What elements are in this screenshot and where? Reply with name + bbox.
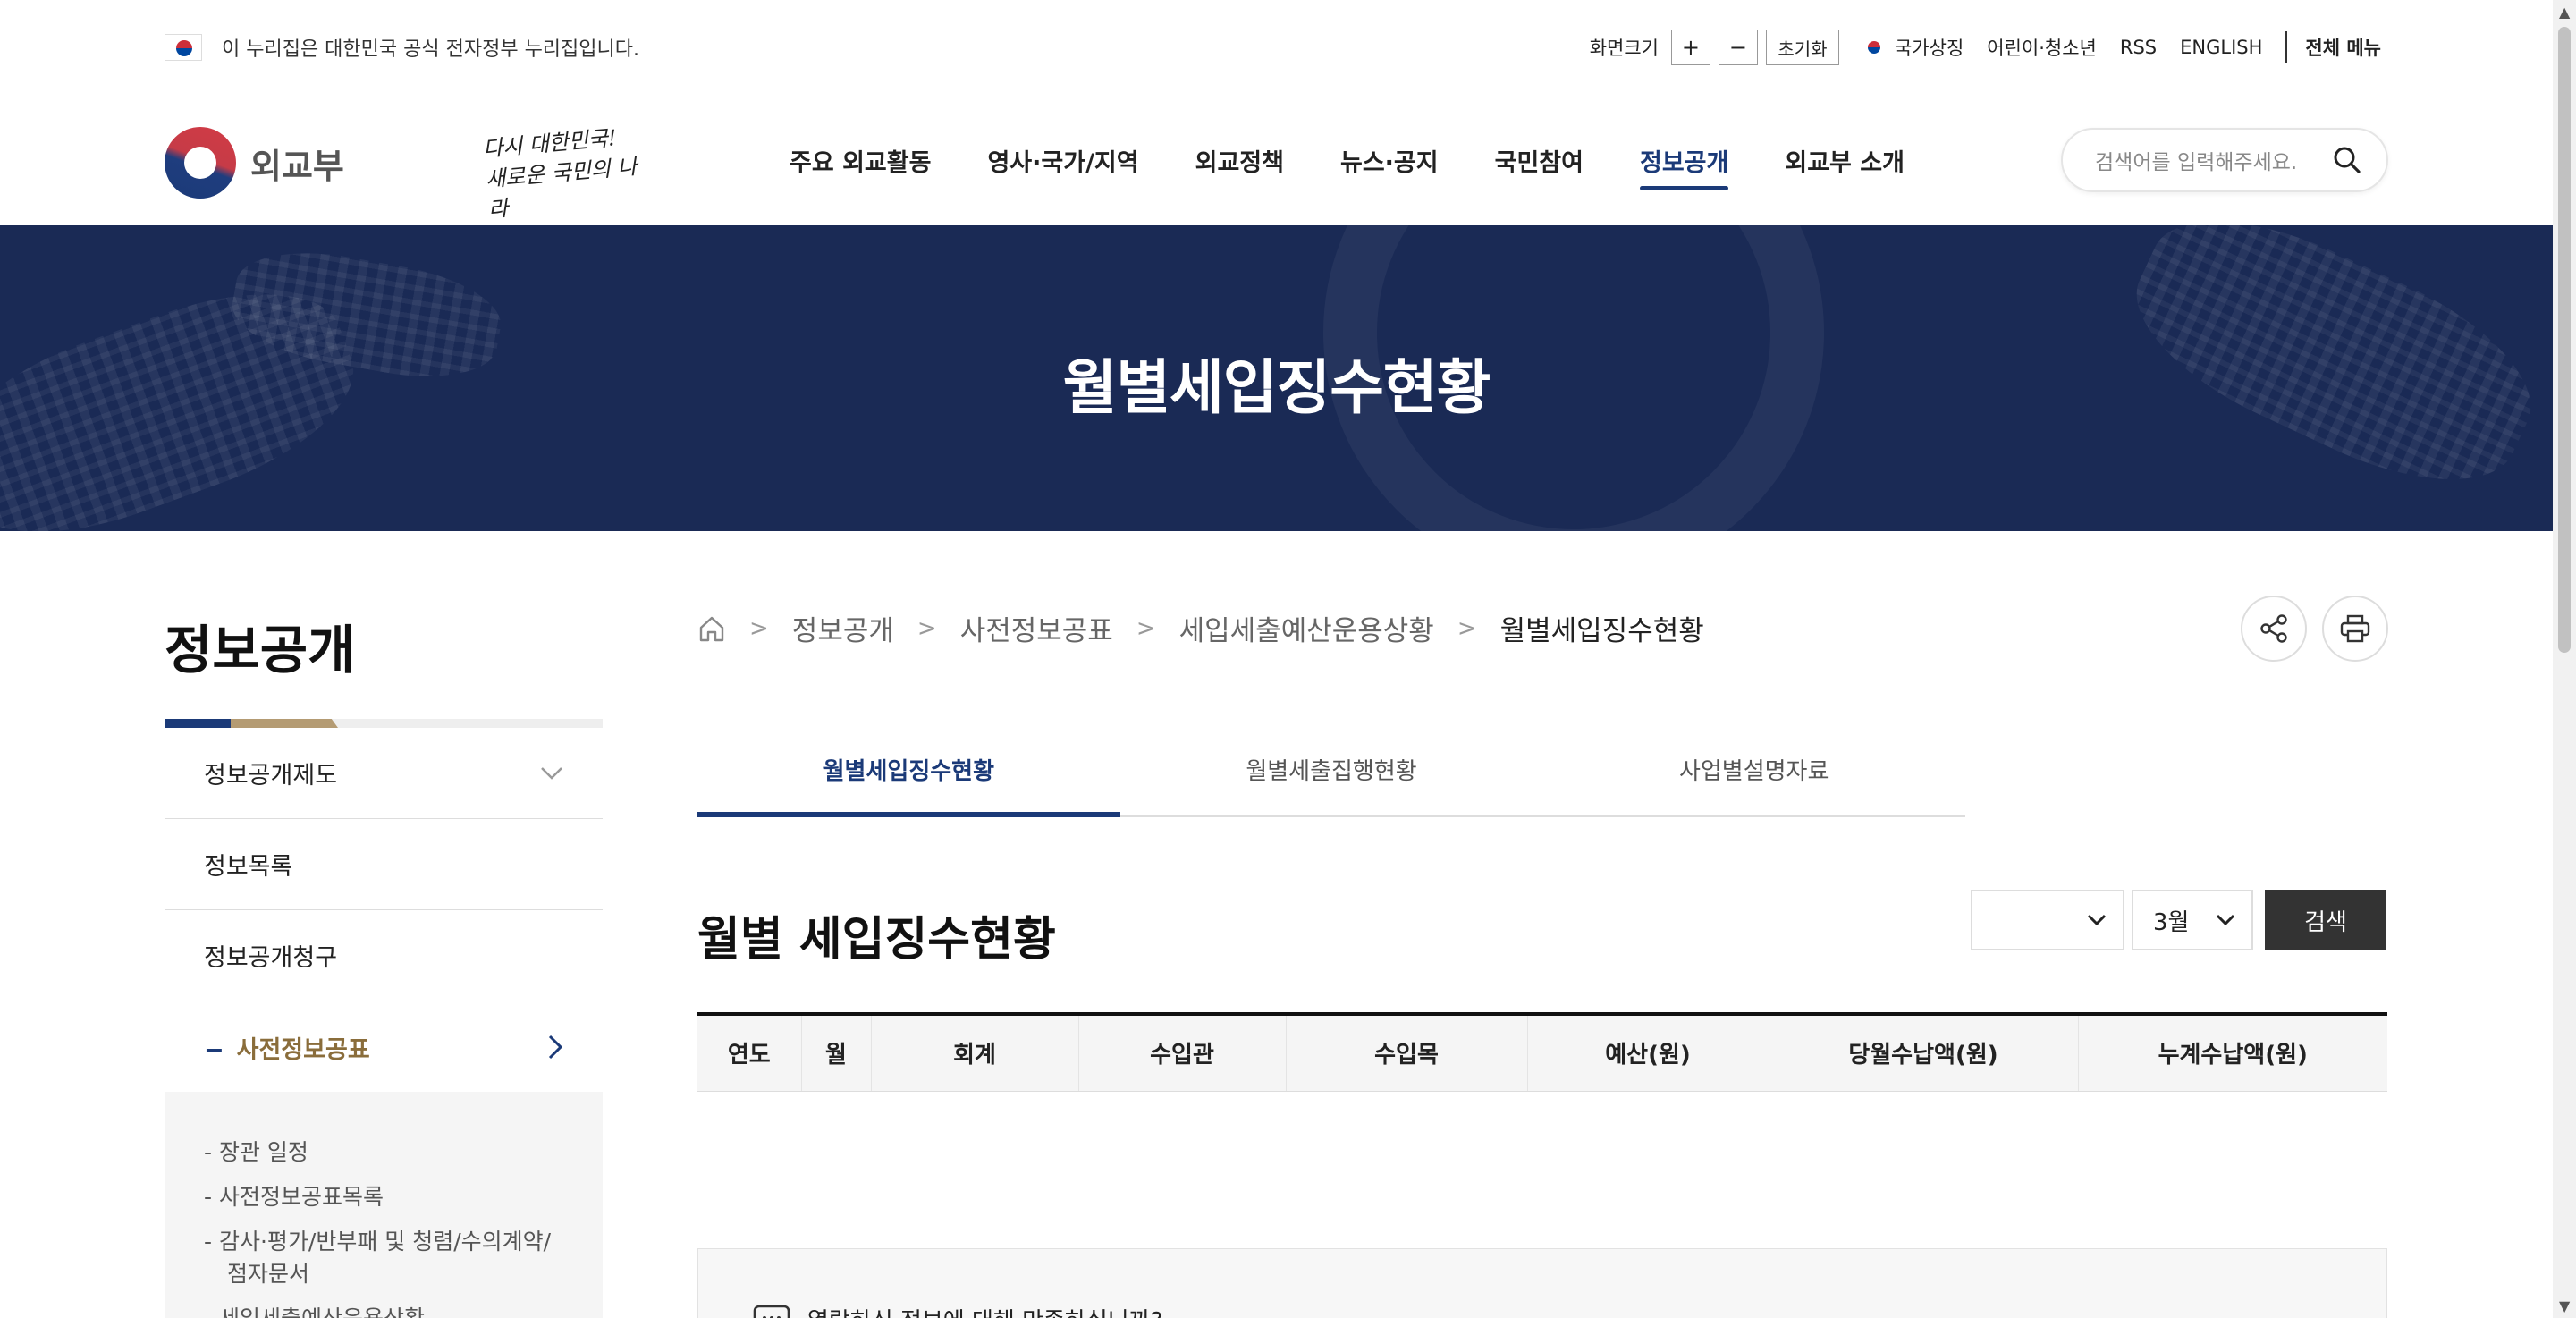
survey-question-text: 열람하신 정보에 대해 만족하십니까? xyxy=(807,1303,1162,1318)
print-button[interactable] xyxy=(2322,596,2388,662)
gnb-item-policy[interactable]: 외교정책 xyxy=(1195,143,1284,178)
gov-notice-text: 이 누리집은 대한민국 공식 전자정부 누리집입니다. xyxy=(222,38,640,61)
sidebar-item-disclosure-system[interactable]: 정보공개제도 xyxy=(165,728,603,819)
survey-question: 열람하신 정보에 대해 만족하십니까? xyxy=(752,1303,1162,1318)
search-icon[interactable] xyxy=(2333,146,2361,174)
breadcrumb: > 정보공개 > 사전정보공표 > 세입세출예산운용상황 > 월별세입징수현황 xyxy=(697,608,1704,648)
tab-project-description[interactable]: 사업별설명자료 xyxy=(1542,740,1965,815)
breadcrumb-item[interactable]: 정보공개 xyxy=(792,608,894,648)
sidebar-item-label: 정보공개청구 xyxy=(204,944,338,972)
font-decrease-button[interactable]: − xyxy=(1718,30,1758,65)
month-select[interactable]: 3월 xyxy=(2132,890,2253,950)
sidebar-accent-bar xyxy=(165,719,603,728)
site-logo[interactable]: 외교부 xyxy=(165,127,344,199)
gnb-item-information[interactable]: 정보공개 xyxy=(1640,143,1729,190)
chevron-right-icon xyxy=(548,1035,563,1060)
tab-monthly-revenue[interactable]: 월별세입징수현황 xyxy=(697,740,1120,817)
sidebar-item-label: 정보공개제도 xyxy=(204,762,338,790)
share-icon xyxy=(2260,614,2287,643)
slogan: 다시 대한민국! 새로운 국민의 나라 xyxy=(482,120,648,223)
search-input[interactable]: 검색어를 입력해주세요. xyxy=(2095,145,2297,175)
breadcrumb-current: 월별세입징수현황 xyxy=(1499,615,1704,647)
chevron-right-icon: > xyxy=(1136,614,1156,642)
column-header: 예산(원) xyxy=(1527,1014,1769,1092)
gnb-item-news[interactable]: 뉴스·공지 xyxy=(1340,143,1439,178)
column-header: 누계수납액(원) xyxy=(2078,1014,2387,1092)
government-emblem-icon xyxy=(165,127,236,199)
slogan-line-2: 새로운 국민의 나라 xyxy=(484,154,638,223)
font-size-label: 화면크기 xyxy=(1589,38,1659,59)
month-select-value: 3월 xyxy=(2153,908,2190,936)
national-symbol-label: 국가상징 xyxy=(1894,38,1964,59)
sidebar-item-label: − 사전정보공표 xyxy=(204,1035,370,1064)
sidebar-submenu: - 장관 일정 - 사전정보공표목록 - 감사·평가/반부패 및 청렴/수의계약… xyxy=(165,1092,603,1318)
english-link[interactable]: ENGLISH xyxy=(2180,37,2262,58)
sidebar-nav: 정보공개제도 정보목록 정보공개청구 − 사전정보공표 xyxy=(165,728,603,1093)
gnb-item-consular[interactable]: 영사·국가/지역 xyxy=(987,143,1138,178)
kids-link[interactable]: 어린이·청소년 xyxy=(1987,34,2097,61)
national-symbol-link[interactable]: 국가상징 xyxy=(1862,34,1964,61)
column-header: 당월수납액(원) xyxy=(1769,1014,2079,1092)
submenu-item[interactable]: - 사전정보공표목록 xyxy=(204,1181,563,1213)
scrollbar-thumb[interactable] xyxy=(2558,27,2571,653)
all-menu-button[interactable]: 전체 메뉴 xyxy=(2305,34,2381,61)
column-header: 수입관 xyxy=(1078,1014,1287,1092)
column-header: 수입목 xyxy=(1286,1014,1528,1092)
sidebar-item-request[interactable]: 정보공개청구 xyxy=(165,910,603,1001)
breadcrumb-item[interactable]: 세입세출예산운용상황 xyxy=(1179,608,1434,648)
print-icon xyxy=(2340,614,2370,643)
chevron-right-icon: > xyxy=(916,614,937,642)
content-title: 월별 세입징수현황 xyxy=(697,913,1056,967)
table-header-row: 연도 월 회계 수입관 수입목 예산(원) 당월수납액(원) 누계수납액(원) xyxy=(697,1014,2387,1092)
search-box[interactable]: 검색어를 입력해주세요. xyxy=(2061,128,2388,192)
column-header: 연도 xyxy=(697,1014,802,1092)
font-reset-button[interactable]: 초기화 xyxy=(1765,30,1839,65)
gnb-item-participation[interactable]: 국민참여 xyxy=(1495,143,1584,178)
column-header: 월 xyxy=(801,1014,872,1092)
divider xyxy=(2285,31,2288,63)
revenue-table: 연도 월 회계 수입관 수입목 예산(원) 당월수납액(원) 누계수납액(원) xyxy=(697,1012,2387,1092)
font-increase-button[interactable]: + xyxy=(1670,30,1710,65)
chevron-down-icon xyxy=(541,766,562,780)
sidebar-title: 정보공개 xyxy=(165,620,356,680)
chevron-right-icon: > xyxy=(1457,614,1477,642)
rss-link[interactable]: RSS xyxy=(2120,37,2157,58)
comment-icon xyxy=(753,1305,790,1318)
gnb-item-about[interactable]: 외교부 소개 xyxy=(1785,143,1905,178)
gov-notice: 이 누리집은 대한민국 공식 전자정부 누리집입니다. xyxy=(165,30,639,65)
utility-bar: 화면크기 + − 초기화 국가상징 어린이·청소년 RSS ENGLISH 전체… xyxy=(1590,30,2381,65)
sidebar-item-pre-disclosure[interactable]: − 사전정보공표 xyxy=(165,1001,603,1093)
banner-title: 월별세입징수현황 xyxy=(1062,353,1491,422)
sidebar-item-info-list[interactable]: 정보목록 xyxy=(165,819,603,910)
page-banner: 월별세입징수현황 xyxy=(0,225,2553,531)
korea-flag-icon xyxy=(1862,37,1888,58)
main-navigation: 주요 외교활동 영사·국가/지역 외교정책 뉴스·공지 국민참여 정보공개 외교… xyxy=(790,143,1961,190)
korea-flag-icon xyxy=(165,34,202,61)
search-button[interactable]: 검색 xyxy=(2265,890,2386,950)
sidebar-item-label: 정보목록 xyxy=(204,853,293,881)
submenu-item[interactable]: - 세입세출예산운용상황 xyxy=(204,1303,563,1318)
scroll-up-icon[interactable]: ▲ xyxy=(2559,4,2570,21)
gnb-item-diplomacy[interactable]: 주요 외교활동 xyxy=(790,143,931,178)
chevron-down-icon xyxy=(2216,914,2235,926)
scroll-down-icon[interactable]: ▼ xyxy=(2559,1297,2570,1314)
chevron-down-icon xyxy=(2087,914,2107,926)
home-icon[interactable] xyxy=(697,614,726,643)
satisfaction-survey: 열람하신 정보에 대해 만족하십니까? xyxy=(697,1248,2387,1318)
year-select[interactable] xyxy=(1971,890,2124,950)
breadcrumb-item[interactable]: 사전정보공표 xyxy=(960,608,1113,648)
content-tabs: 월별세입징수현황 월별세출집행현황 사업별설명자료 xyxy=(697,740,1965,817)
logo-text: 외교부 xyxy=(250,146,344,186)
share-button[interactable] xyxy=(2241,596,2307,662)
column-header: 회계 xyxy=(871,1014,1079,1092)
submenu-item[interactable]: - 장관 일정 xyxy=(204,1136,563,1169)
scrollbar[interactable]: ▲ ▼ xyxy=(2553,0,2576,1318)
submenu-item[interactable]: - 감사·평가/반부패 및 청렴/수의계약/점자문서 xyxy=(204,1226,563,1290)
chevron-right-icon: > xyxy=(749,614,769,642)
tab-monthly-expenditure[interactable]: 월별세출집행현황 xyxy=(1120,740,1543,815)
